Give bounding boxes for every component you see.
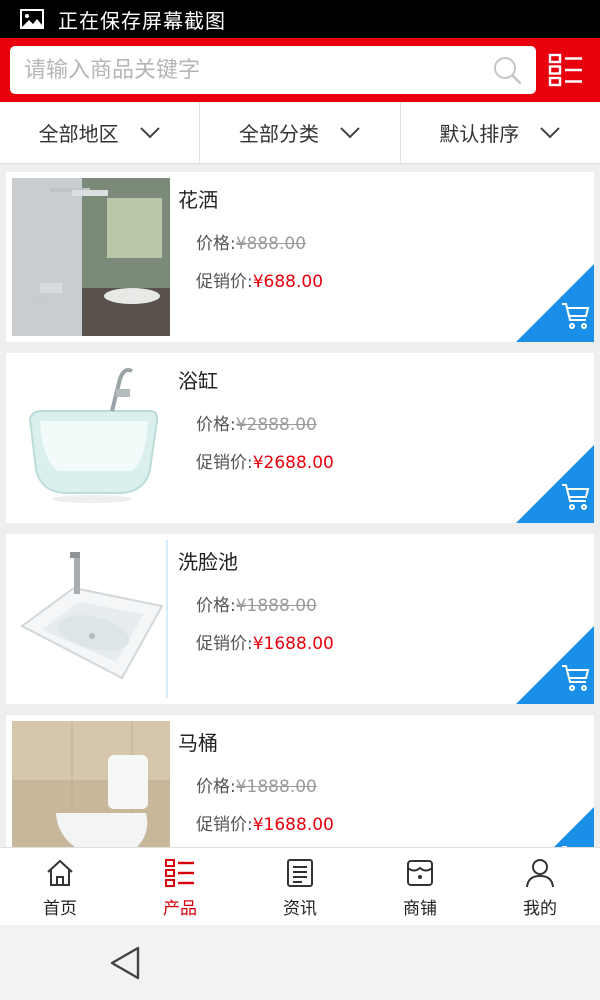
promo-price: ¥688.00 — [252, 272, 324, 292]
product-name[interactable]: 马桶 — [178, 727, 218, 756]
price-label: 价格: — [196, 596, 236, 616]
nav-label: 首页 — [43, 899, 77, 919]
search-box[interactable] — [10, 46, 536, 94]
nav-label: 我的 — [523, 899, 557, 919]
category-menu-icon[interactable] — [548, 52, 584, 88]
bottom-nav: 首页 产品 资讯 商铺 我的 — [0, 847, 600, 925]
promo-label: 促销价: — [196, 272, 253, 292]
chevron-down-icon — [139, 126, 160, 138]
chevron-down-icon — [540, 126, 561, 138]
list-icon — [165, 859, 194, 887]
original-price: ¥1888.00 — [235, 777, 317, 797]
product-image[interactable] — [12, 359, 170, 517]
search-icon[interactable] — [492, 55, 522, 85]
original-price: ¥888.00 — [235, 234, 307, 254]
back-icon[interactable] — [108, 945, 142, 981]
nav-shop[interactable]: 商铺 — [360, 848, 480, 925]
product-name[interactable]: 浴缸 — [178, 365, 218, 394]
product-list: 花洒 价格:¥888.00 促销价:¥688.00 浴缸 价格:¥2888.00… — [0, 172, 600, 896]
filter-sort[interactable]: 默认排序 — [401, 102, 600, 163]
product-name[interactable]: 花洒 — [178, 184, 218, 213]
promo-label: 促销价: — [196, 634, 253, 654]
filter-label: 全部分类 — [238, 122, 319, 146]
promo-row: 促销价:¥1688.00 — [196, 629, 334, 654]
filter-bar: 全部地区 全部分类 默认排序 — [0, 102, 600, 164]
status-text: 正在保存屏幕截图 — [58, 8, 226, 33]
promo-row: 促销价:¥1688.00 — [196, 810, 334, 835]
add-to-cart-button[interactable] — [516, 264, 594, 342]
price-row: 价格:¥2888.00 — [196, 410, 317, 435]
nav-news[interactable]: 资讯 — [240, 848, 360, 925]
search-input[interactable] — [24, 46, 484, 94]
nav-products[interactable]: 产品 — [120, 848, 240, 925]
product-card[interactable]: 花洒 价格:¥888.00 促销价:¥688.00 — [6, 172, 594, 342]
nav-label: 产品 — [163, 899, 197, 919]
product-image[interactable] — [12, 540, 170, 698]
price-row: 价格:¥1888.00 — [196, 772, 317, 797]
original-price: ¥2888.00 — [235, 415, 317, 435]
price-row: 价格:¥888.00 — [196, 229, 306, 254]
status-bar: 正在保存屏幕截图 — [0, 0, 600, 38]
chevron-down-icon — [340, 126, 360, 138]
promo-price: ¥1688.00 — [252, 634, 334, 654]
add-to-cart-button[interactable] — [516, 445, 594, 523]
shop-icon — [407, 860, 433, 886]
product-card[interactable]: 浴缸 价格:¥2888.00 促销价:¥2688.00 — [6, 353, 594, 523]
nav-mine[interactable]: 我的 — [480, 848, 600, 925]
home-icon — [47, 859, 73, 886]
promo-row: 促销价:¥688.00 — [196, 267, 323, 292]
news-icon — [287, 859, 313, 887]
filter-region[interactable]: 全部地区 — [0, 102, 201, 163]
product-name[interactable]: 洗脸池 — [178, 546, 238, 575]
product-image[interactable] — [12, 178, 170, 336]
screenshot-icon — [20, 9, 44, 29]
nav-label: 资讯 — [283, 899, 317, 919]
original-price: ¥1888.00 — [235, 596, 317, 616]
promo-price: ¥1688.00 — [252, 815, 334, 835]
nav-home[interactable]: 首页 — [0, 848, 120, 925]
add-to-cart-button[interactable] — [516, 626, 594, 704]
header — [0, 38, 600, 102]
nav-label: 商铺 — [403, 899, 437, 919]
price-label: 价格: — [196, 415, 236, 435]
system-nav-bar — [0, 925, 600, 1000]
filter-label: 默认排序 — [439, 122, 520, 146]
promo-row: 促销价:¥2688.00 — [196, 448, 334, 473]
user-icon — [526, 859, 554, 888]
price-label: 价格: — [196, 777, 236, 797]
product-card[interactable]: 洗脸池 价格:¥1888.00 促销价:¥1688.00 — [6, 534, 594, 704]
promo-label: 促销价: — [196, 815, 253, 835]
price-label: 价格: — [196, 234, 236, 254]
filter-label: 全部地区 — [38, 122, 119, 146]
promo-price: ¥2688.00 — [252, 453, 334, 473]
filter-category[interactable]: 全部分类 — [200, 102, 401, 163]
promo-label: 促销价: — [196, 453, 253, 473]
price-row: 价格:¥1888.00 — [196, 591, 317, 616]
